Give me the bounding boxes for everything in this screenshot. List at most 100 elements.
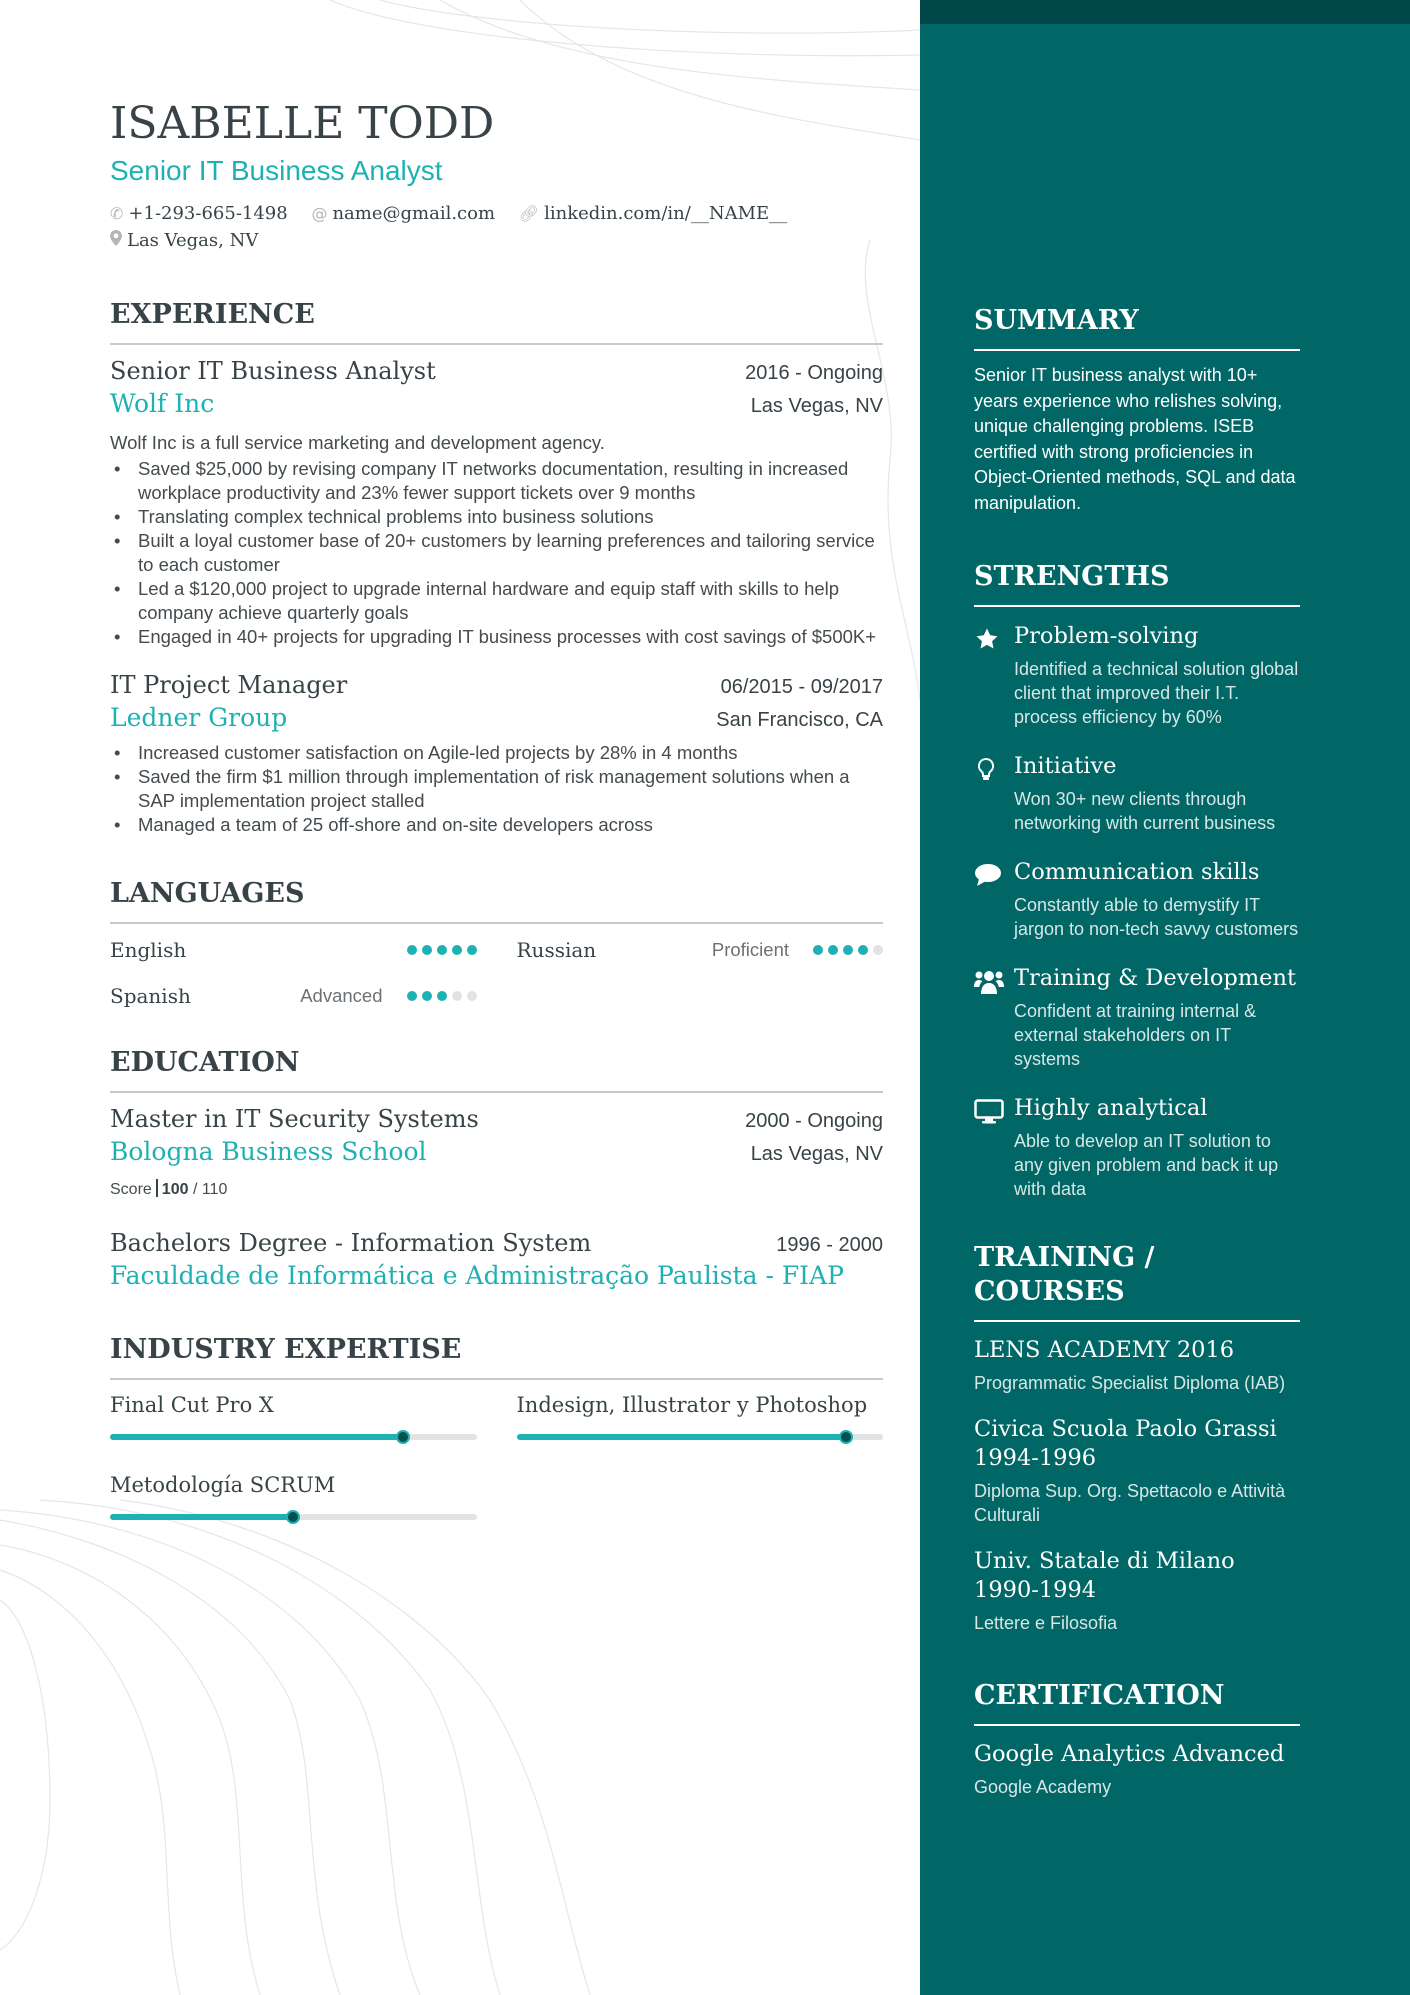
contact-linkedin[interactable]: 🔗︎ linkedin.com/in/__NAME__ xyxy=(519,200,787,227)
skill-name: Metodología SCRUM xyxy=(110,1473,336,1497)
course-item: Civica Scuola Paolo Grassi 1994-1996 Dip… xyxy=(974,1415,1300,1527)
skill-item: Final Cut Pro X xyxy=(110,1390,477,1444)
skill-bar xyxy=(110,1510,477,1524)
job-title: IT Project Manager xyxy=(110,671,348,699)
bullet-item: Managed a team of 25 off-shore and on-si… xyxy=(110,813,883,837)
location-pin-icon xyxy=(110,227,122,254)
strength-title: Communication skills xyxy=(1014,859,1260,885)
section-title: STRENGTHS xyxy=(974,560,1300,607)
job-bullets: Increased customer satisfaction on Agile… xyxy=(110,741,883,837)
bullet-item: Led a $120,000 project to upgrade intern… xyxy=(110,577,883,625)
bullet-item: Saved $25,000 by revising company IT net… xyxy=(110,457,883,505)
course-item: LENS ACADEMY 2016 Programmatic Specialis… xyxy=(974,1336,1300,1395)
candidate-name: ISABELLE TODD xyxy=(110,98,495,149)
skill-bar-fill xyxy=(110,1434,404,1440)
strength-desc: Identified a technical solution global c… xyxy=(1014,659,1299,727)
job-date: 2016 - Ongoing xyxy=(745,362,883,384)
school-name: Faculdade de Informática e Administração… xyxy=(110,1261,844,1290)
skill-item: Metodología SCRUM xyxy=(110,1470,477,1524)
summary-text: Senior IT business analyst with 10+ year… xyxy=(974,365,1296,513)
sidebar-top-band xyxy=(920,0,1410,24)
skill-bar-knob xyxy=(839,1430,854,1444)
rating-dot-filled xyxy=(828,945,838,955)
skill-item: Indesign, Illustrator y Photoshop xyxy=(516,1390,883,1444)
job-location: San Francisco, CA xyxy=(716,709,883,731)
section-title: EXPERIENCE xyxy=(110,298,883,345)
rating-dot-filled xyxy=(406,991,417,1001)
job-date: 06/2015 - 09/2017 xyxy=(720,676,883,698)
certification-item: Google Analytics Advanced Google Academy xyxy=(974,1740,1300,1799)
certification-issuer: Google Academy xyxy=(974,1777,1112,1797)
section-title: CERTIFICATION xyxy=(974,1679,1300,1726)
school-location: Las Vegas, NV xyxy=(750,1143,883,1165)
course-title: LENS ACADEMY 2016 xyxy=(974,1337,1235,1363)
skill-bar xyxy=(516,1430,883,1444)
language-item: English xyxy=(110,934,477,966)
strength-desc: Confident at training internal & externa… xyxy=(1014,1001,1257,1069)
monitor-icon xyxy=(974,1093,1014,1201)
at-icon: @ xyxy=(311,204,328,223)
score: Score 100 / 110 xyxy=(110,1179,228,1198)
section-title: EDUCATION xyxy=(110,1046,883,1093)
expertise-section: INDUSTRY EXPERTISE Final Cut Pro X Indes… xyxy=(110,1333,883,1524)
section-title: SUMMARY xyxy=(974,304,1300,351)
job-location: Las Vegas, NV xyxy=(750,395,883,417)
phone-icon: ✆ xyxy=(110,204,124,223)
education-entry: Master in IT Security Systems 2000 - Ong… xyxy=(110,1103,883,1199)
strength-title: Initiative xyxy=(1014,753,1117,779)
experience-section: EXPERIENCE Senior IT Business Analyst 20… xyxy=(110,298,883,837)
summary-section: SUMMARY Senior IT business analyst with … xyxy=(974,304,1300,516)
language-item: Spanish Advanced xyxy=(110,980,477,1012)
star-icon xyxy=(974,621,1014,729)
strengths-section: STRENGTHS Problem-solving Identified a t… xyxy=(974,560,1300,1201)
strength-item: Initiative Won 30+ new clients through n… xyxy=(974,751,1300,835)
bullet-item: Increased customer satisfaction on Agile… xyxy=(110,741,883,765)
language-item: Russian Proficient xyxy=(516,934,883,966)
strength-item: Communication skills Constantly able to … xyxy=(974,857,1300,941)
degree: Bachelors Degree - Information System xyxy=(110,1229,592,1257)
rating-dot-filled xyxy=(421,991,432,1001)
language-level: Proficient xyxy=(711,939,789,960)
company-description: Wolf Inc is a full service marketing and… xyxy=(110,432,605,453)
certification-section: CERTIFICATION Google Analytics Advanced … xyxy=(974,1679,1300,1799)
training-section: TRAINING / COURSES LENS ACADEMY 2016 Pro… xyxy=(974,1241,1300,1635)
job-entry: IT Project Manager 06/2015 - 09/2017 Led… xyxy=(110,669,883,837)
education-date: 2000 - Ongoing xyxy=(745,1110,883,1132)
course-title: Civica Scuola Paolo Grassi 1994-1996 xyxy=(974,1416,1277,1471)
degree: Master in IT Security Systems xyxy=(110,1105,479,1133)
rating-dot-empty xyxy=(873,945,883,955)
rating-dot-empty xyxy=(466,991,477,1001)
course-desc: Programmatic Specialist Diploma (IAB) xyxy=(974,1373,1286,1393)
language-name: Spanish xyxy=(110,984,191,1008)
language-name: Russian xyxy=(516,938,597,962)
rating-dot-empty xyxy=(451,991,462,1001)
section-title: TRAINING / COURSES xyxy=(974,1241,1300,1322)
language-rating xyxy=(406,945,477,955)
strength-title: Highly analytical xyxy=(1014,1095,1208,1121)
education-date: 1996 - 2000 xyxy=(776,1234,883,1256)
bullet-item: Built a loyal customer base of 20+ custo… xyxy=(110,529,883,577)
bullet-item: Engaged in 40+ projects for upgrading IT… xyxy=(110,625,883,649)
contact-phone[interactable]: ✆ +1-293-665-1498 xyxy=(110,200,288,227)
rating-dot-filled xyxy=(436,991,447,1001)
language-level: Advanced xyxy=(300,985,383,1006)
strength-item: Highly analytical Able to develop an IT … xyxy=(974,1093,1300,1201)
rating-dot-filled xyxy=(436,945,447,955)
job-entry: Senior IT Business Analyst 2016 - Ongoin… xyxy=(110,355,883,649)
bullet-item: Translating complex technical problems i… xyxy=(110,505,883,529)
job-title: Senior IT Business Analyst xyxy=(110,357,436,385)
contact-email[interactable]: @ name@gmail.com xyxy=(311,200,495,227)
school-name: Bologna Business School xyxy=(110,1137,427,1166)
education-entry: Bachelors Degree - Information System 19… xyxy=(110,1227,883,1293)
language-rating xyxy=(406,991,477,1001)
main-column: ISABELLE TODD Senior IT Business Analyst… xyxy=(110,96,883,1524)
contact-location: Las Vegas, NV xyxy=(110,227,258,254)
strength-desc: Constantly able to demystify IT jargon t… xyxy=(1014,895,1299,939)
course-title: Univ. Statale di Milano 1990-1994 xyxy=(974,1548,1235,1603)
strength-title: Training & Development xyxy=(1014,965,1296,991)
strength-title: Problem-solving xyxy=(1014,623,1199,649)
language-rating xyxy=(813,945,883,955)
lightbulb-icon xyxy=(974,751,1014,835)
sidebar: SUMMARY Senior IT business analyst with … xyxy=(920,0,1410,1995)
company-name: Ledner Group xyxy=(110,703,288,732)
